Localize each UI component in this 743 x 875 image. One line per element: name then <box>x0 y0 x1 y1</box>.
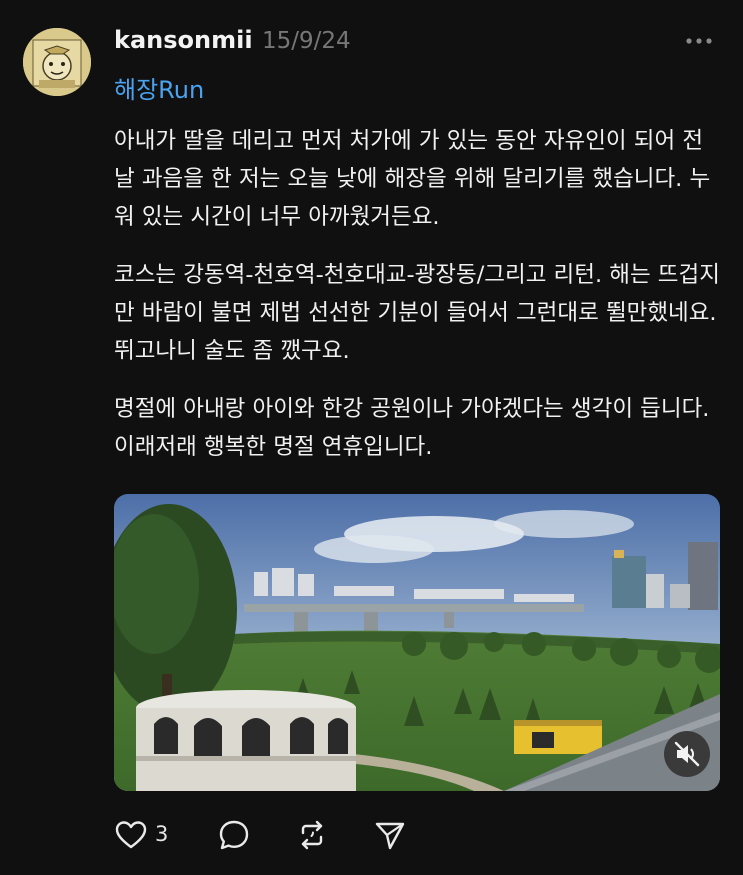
post-paragraph: 명절에 아내랑 아이와 한강 공원이나 가야겠다는 생각이 듭니다. 이래저래 … <box>114 396 710 460</box>
repost-button[interactable] <box>295 818 329 856</box>
post-video[interactable] <box>114 494 720 791</box>
more-options-icon[interactable] <box>684 30 714 52</box>
send-icon <box>375 822 405 850</box>
share-button[interactable] <box>373 818 407 856</box>
comment-bubble-icon <box>219 820 249 850</box>
username[interactable]: kansonmii <box>114 26 253 54</box>
post-date: 15/9/24 <box>262 28 351 54</box>
like-button[interactable] <box>114 818 148 856</box>
topic-tag[interactable]: 해장Run <box>114 70 204 105</box>
comment-button[interactable] <box>217 818 251 856</box>
like-count: 3 <box>155 822 169 846</box>
mute-button[interactable] <box>664 731 710 777</box>
heart-icon <box>115 821 147 849</box>
repost-icon <box>301 820 323 850</box>
speaker-muted-icon <box>674 741 700 767</box>
post-paragraph: 아내가 딸을 데리고 먼저 처가에 가 있는 동안 자유인이 되어 전날 과음을… <box>114 128 711 230</box>
avatar[interactable] <box>23 28 91 96</box>
post-paragraph: 코스는 강동역-천호역-천호대교-광장동/그리고 리턴. 해는 뜨겁지만 바람이… <box>114 262 720 364</box>
post-body: 아내가 딸을 데리고 먼저 처가에 가 있는 동안 자유인이 되어 전날 과음을… <box>114 122 720 486</box>
